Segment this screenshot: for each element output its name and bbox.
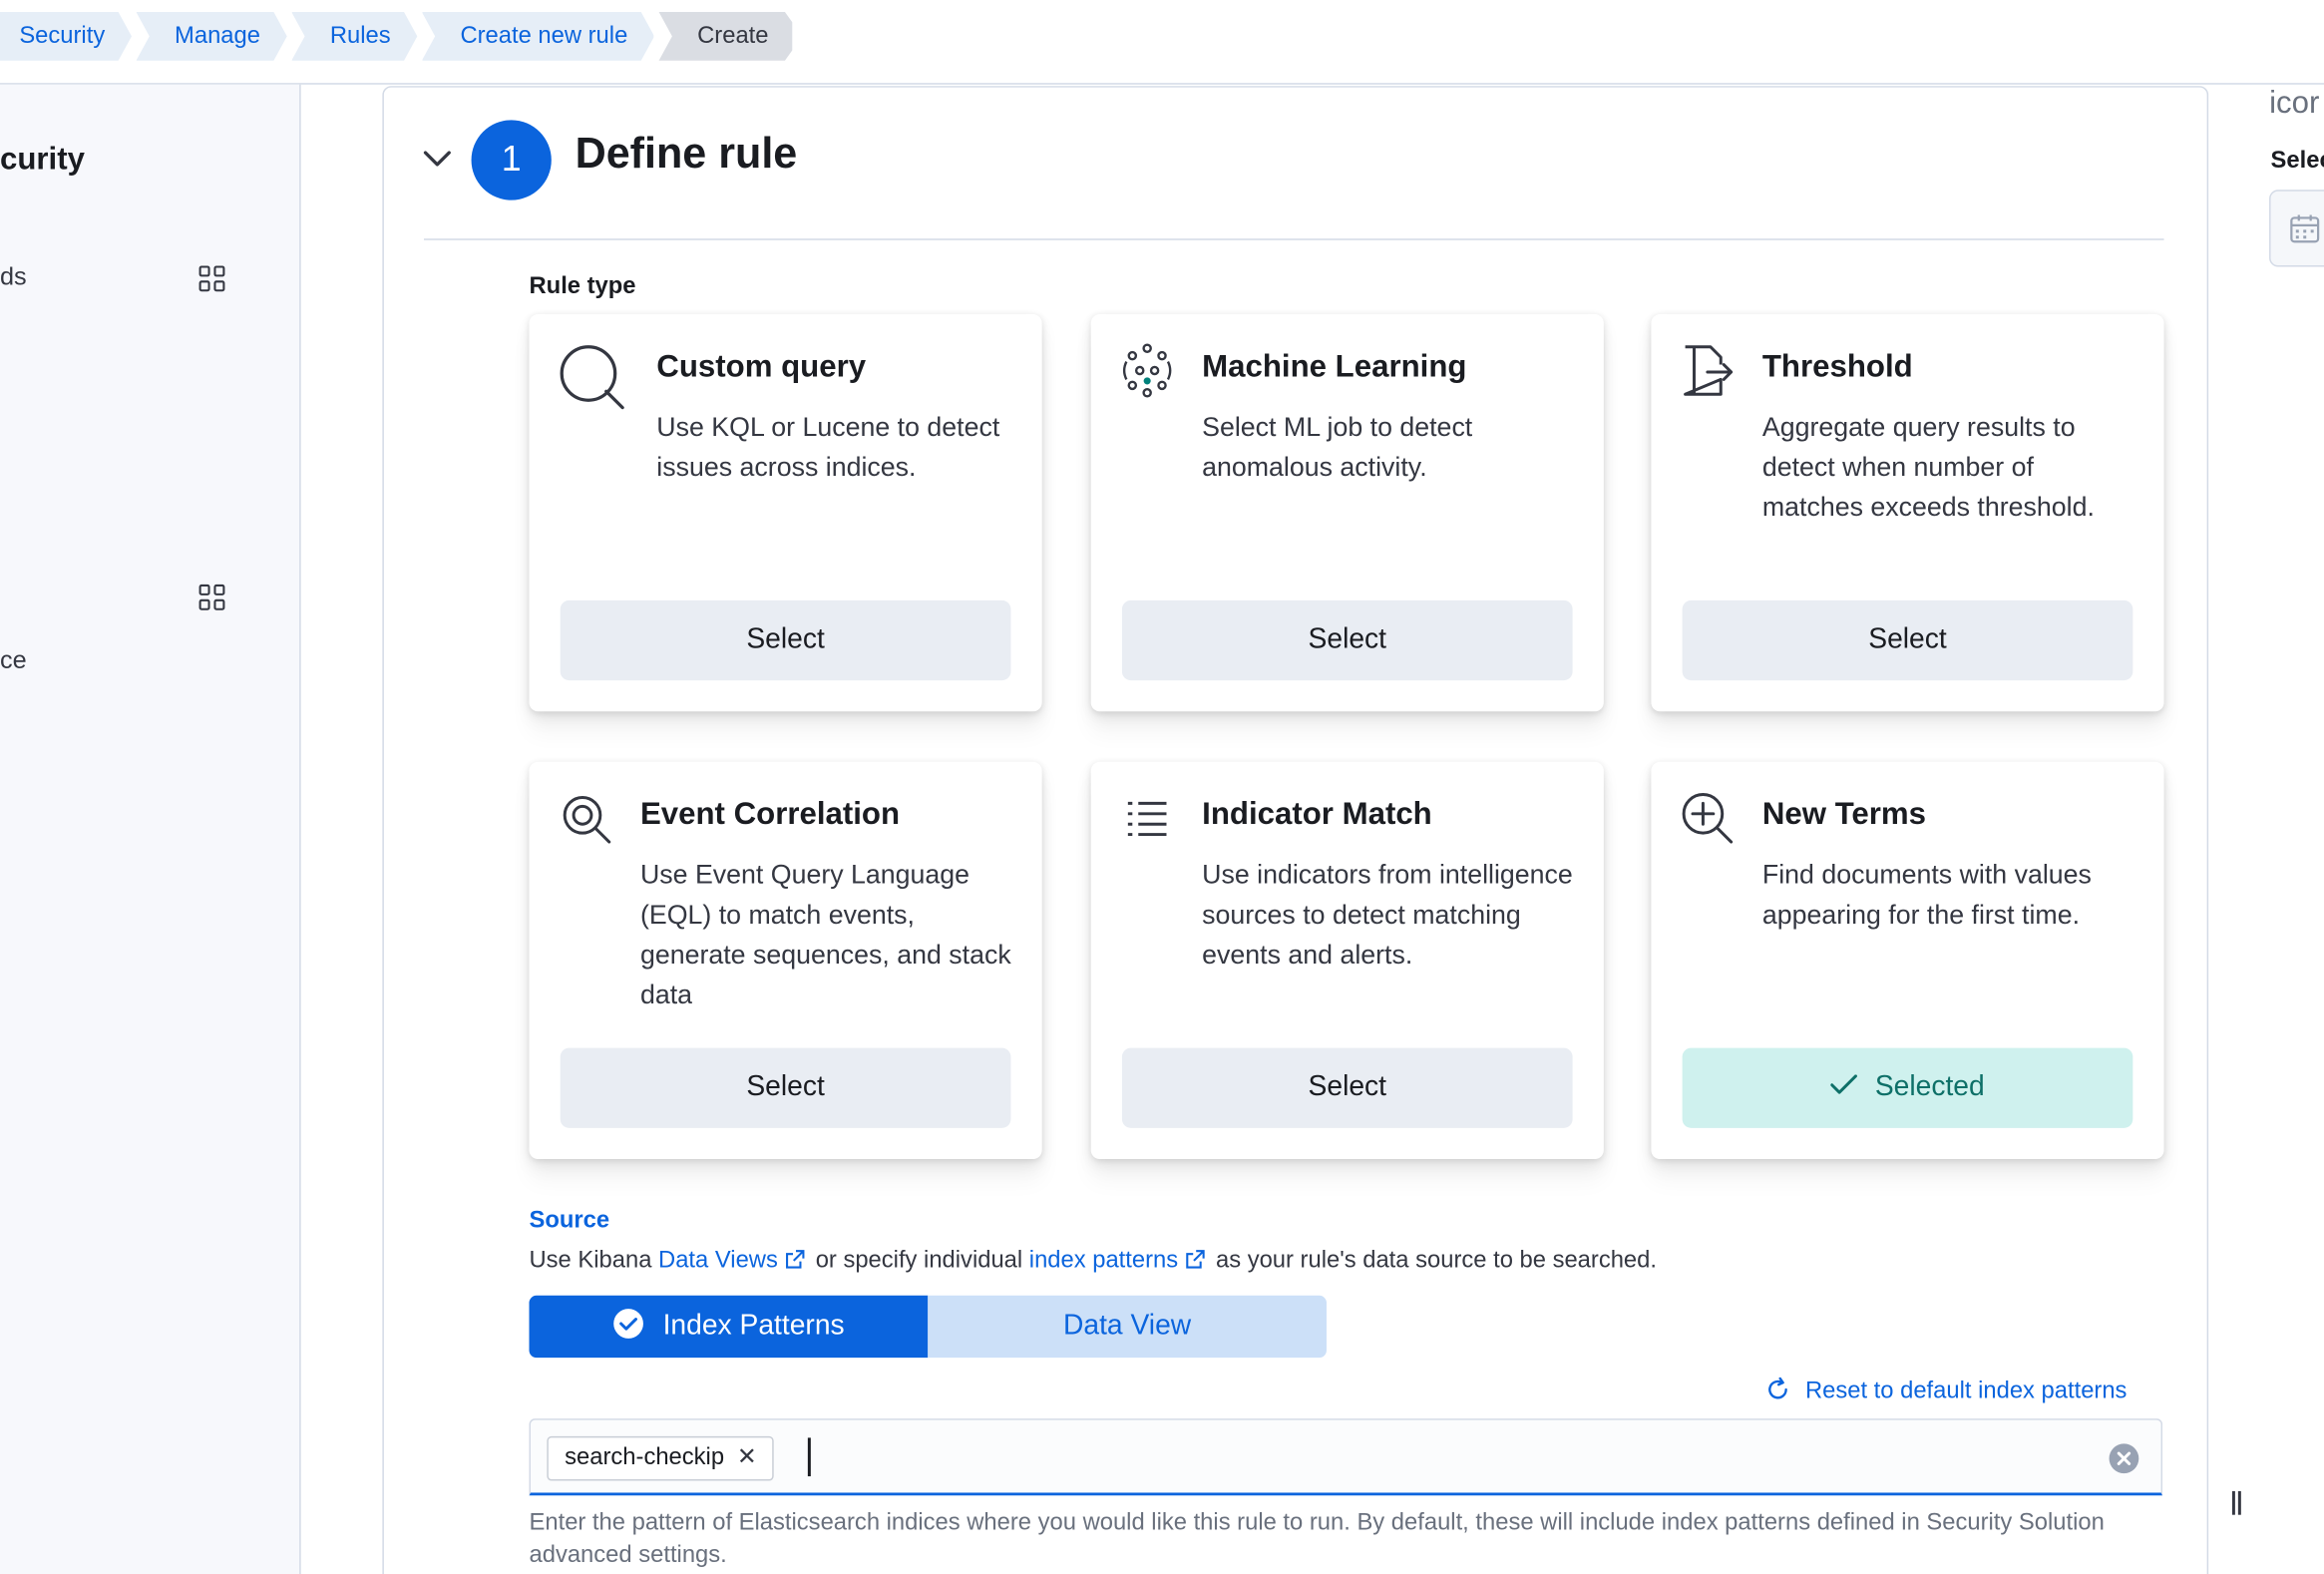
index-patterns-help-text: Enter the pattern of Elasticsearch indic… (529, 1510, 2105, 1569)
card-title: Custom query (656, 349, 867, 384)
check-circle-icon (613, 1309, 644, 1340)
select-button[interactable]: Select (560, 1047, 1011, 1128)
source-help-suffix: as your rule's data source to be searche… (1215, 1248, 1657, 1274)
breadcrumb-manage[interactable]: Manage (136, 12, 286, 61)
card-description: Find documents with values appearing for… (1761, 859, 2092, 930)
search-icon (560, 345, 624, 410)
card-title: New Terms (1761, 797, 1927, 832)
sidenav-item-dashboards[interactable]: ds (0, 262, 27, 292)
card-description: Use Event Query Language (EQL) to match … (639, 859, 1011, 1009)
breadcrumb-rules[interactable]: Rules (291, 12, 417, 61)
source-help-text: Use Kibana Data Views or specify individ… (530, 1248, 1657, 1275)
selected-button-label: Selected (1874, 1071, 1985, 1103)
data-view-toggle[interactable]: Data View (928, 1295, 1327, 1359)
card-title: Indicator Match (1202, 797, 1432, 832)
zoom-in-icon (1682, 793, 1734, 844)
flyout-label-fragment: Selec (2270, 148, 2324, 174)
rule-card-custom-query: Custom query Use KQL or Lucene to detect… (529, 314, 1042, 712)
list-icon (1127, 801, 1167, 837)
rule-type-label: Rule type (529, 273, 636, 300)
card-description: Use indicators from intelligence sources… (1202, 859, 1573, 970)
index-patterns-link[interactable]: index patterns (1029, 1248, 1178, 1273)
index-pattern-pill: search-checkip ✕ (547, 1435, 774, 1481)
divider (423, 238, 2164, 240)
rule-card-threshold: Threshold Aggregate query results to det… (1651, 314, 2164, 712)
card-title: Machine Learning (1202, 349, 1467, 384)
refresh-icon (1768, 1377, 1787, 1399)
card-title: Threshold (1761, 349, 1913, 384)
flyout-heading-fragment: icor (2269, 86, 2320, 121)
rule-card-event-correlation: Event Correlation Use Event Query Langua… (529, 761, 1042, 1160)
check-icon (1830, 1074, 1857, 1094)
index-patterns-toggle-label: Index Patterns (662, 1310, 845, 1342)
external-link-icon (785, 1249, 805, 1269)
select-button[interactable]: Select (560, 599, 1011, 681)
text-cursor (807, 1437, 811, 1477)
breadcrumb-create-new-rule[interactable]: Create new rule (422, 12, 654, 61)
close-icon[interactable]: ✕ (737, 1437, 757, 1479)
reset-link-label: Reset to default index patterns (1804, 1377, 2128, 1404)
card-description: Use KQL or Lucene to detect issues acros… (656, 412, 1000, 482)
breadcrumb-create: Create (659, 12, 793, 61)
clear-icon[interactable] (2108, 1442, 2140, 1475)
apps-grid-icon[interactable] (198, 265, 225, 292)
index-patterns-toggle[interactable]: Index Patterns (529, 1295, 929, 1359)
resize-handle[interactable] (2231, 1490, 2241, 1515)
source-help-middle: or specify individual (815, 1248, 1023, 1274)
card-description: Select ML job to detect anomalous activi… (1202, 412, 1473, 482)
threshold-icon (1684, 345, 1734, 396)
rule-card-machine-learning: Machine Learning Select ML job to detect… (1090, 314, 1604, 712)
sidenav-title: curity (0, 142, 85, 177)
selected-button[interactable]: Selected (1682, 1047, 2133, 1128)
sidenav-item-intelligence[interactable]: ce (0, 646, 27, 676)
source-help-prefix: Use Kibana (529, 1248, 652, 1274)
external-link-icon (1186, 1249, 1205, 1269)
card-title: Event Correlation (639, 797, 901, 832)
select-button[interactable]: Select (1682, 599, 2133, 681)
apps-grid-icon[interactable] (198, 584, 225, 610)
machine-learning-icon (1122, 343, 1172, 398)
page: Security Manage Rules Create new rule Cr… (0, 0, 2324, 1574)
index-patterns-combobox[interactable]: search-checkip ✕ (529, 1418, 2163, 1496)
step-number: 1 (471, 120, 552, 200)
eql-search-icon (563, 795, 611, 844)
breadcrumb: Security Manage Rules Create new rule Cr… (0, 12, 797, 61)
chevron-down-icon[interactable] (421, 143, 454, 176)
card-description: Aggregate query results to detect when n… (1761, 412, 2095, 523)
source-label: Source (529, 1208, 610, 1234)
breadcrumb-security[interactable]: Security (0, 12, 132, 61)
data-views-link[interactable]: Data Views (658, 1248, 778, 1273)
select-button[interactable]: Select (1121, 1047, 1573, 1128)
pill-label: search-checkip (565, 1444, 725, 1471)
flyout-date-picker[interactable] (2269, 190, 2324, 267)
step-title: Define rule (575, 130, 798, 179)
rule-card-indicator-match: Indicator Match Use indicators from inte… (1090, 761, 1604, 1160)
rule-card-new-terms: New Terms Find documents with values app… (1651, 761, 2164, 1160)
reset-index-patterns-link[interactable]: Reset to default index patterns (1765, 1377, 2128, 1405)
select-button[interactable]: Select (1121, 599, 1573, 681)
calendar-icon (2290, 214, 2320, 243)
header-divider (0, 83, 2324, 85)
side-navigation (0, 84, 301, 1574)
